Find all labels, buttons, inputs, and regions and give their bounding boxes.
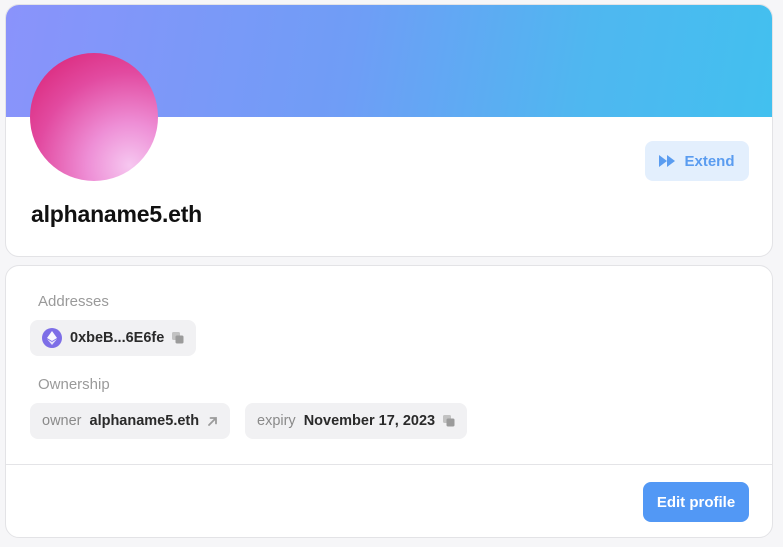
- copy-icon[interactable]: [172, 332, 184, 344]
- copy-icon[interactable]: [443, 415, 455, 427]
- owner-key: owner: [42, 413, 82, 429]
- extend-button[interactable]: Extend: [645, 141, 749, 181]
- owner-chip[interactable]: owner alphaname5.eth: [30, 403, 231, 439]
- expiry-key: expiry: [257, 413, 296, 429]
- expiry-chip[interactable]: expiry November 17, 2023: [245, 403, 468, 439]
- divider: [6, 464, 772, 465]
- profile-name: alphaname5.eth: [31, 201, 203, 227]
- address-value: 0xbeB...6E6fe: [70, 330, 165, 346]
- avatar: [30, 53, 158, 181]
- arrow-up-right-icon[interactable]: [207, 416, 218, 427]
- expiry-value: November 17, 2023: [303, 413, 436, 429]
- extend-button-label: Extend: [684, 152, 735, 170]
- profile-card: Extend alphaname5.eth: [5, 4, 773, 257]
- ethereum-icon: [42, 328, 62, 348]
- ownership-heading: Ownership: [38, 376, 110, 393]
- addresses-heading: Addresses: [38, 293, 109, 310]
- edit-profile-button[interactable]: Edit profile: [643, 482, 749, 522]
- owner-value: alphaname5.eth: [89, 413, 200, 429]
- details-card: Addresses 0xbeB...6E6fe Ownership owner …: [5, 265, 773, 538]
- address-chip[interactable]: 0xbeB...6E6fe: [30, 320, 197, 356]
- fast-forward-icon: [659, 155, 676, 167]
